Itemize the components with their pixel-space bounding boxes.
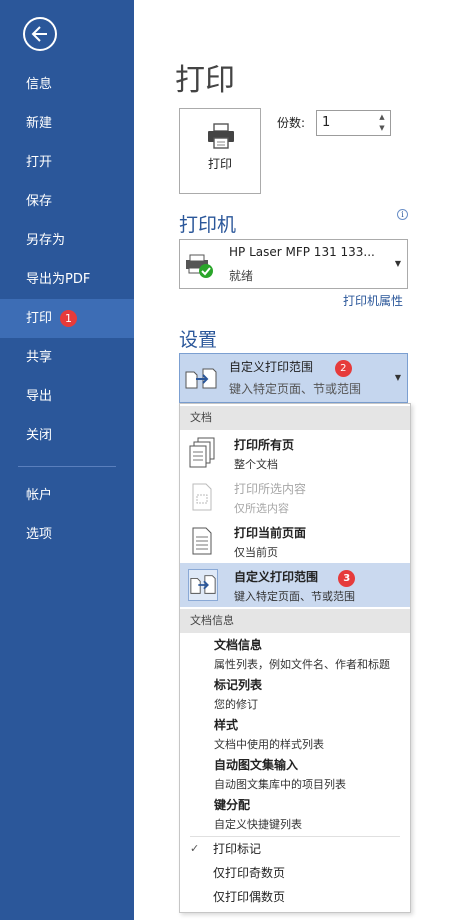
sidebar-item-label: 保存 (26, 194, 53, 209)
decrement-icon[interactable]: ▼ (376, 123, 388, 134)
sidebar-item-close[interactable]: 关闭 (0, 416, 134, 455)
sidebar-item-save[interactable]: 保存 (0, 182, 134, 221)
dropdown-section-header: 文档 (180, 406, 410, 430)
increment-icon[interactable]: ▲ (376, 112, 388, 123)
printer-icon (208, 123, 234, 149)
sidebar-item-label: 选项 (26, 527, 53, 542)
copies-value: 1 (322, 115, 331, 130)
option-print-selection[interactable]: 打印所选内容 仅所选内容 (180, 475, 410, 519)
option-desc: 属性列表，例如文件名、作者和标题 (214, 658, 390, 671)
toggle-odd-pages[interactable]: 仅打印奇数页 (180, 861, 410, 885)
toggle-label: 打印标记 (213, 842, 262, 856)
custom-range-icon (188, 569, 218, 601)
sidebar-item-label: 信息 (26, 77, 53, 92)
page-title: 打印 (175, 63, 235, 98)
info-icon[interactable]: i (397, 209, 408, 220)
sidebar-item-label: 导出 (26, 389, 53, 404)
option-subtitle: 整个文档 (234, 458, 278, 471)
sidebar-item-label: 新建 (26, 116, 53, 131)
print-button-label: 打印 (207, 157, 232, 171)
print-range-select[interactable]: 自定义打印范围 2 键入特定页面、节或范围 ▼ (179, 353, 408, 403)
toggle-label: 仅打印奇数页 (213, 866, 286, 880)
option-print-all-pages[interactable]: 打印所有页 整个文档 (180, 431, 410, 475)
printer-ready-icon (186, 254, 213, 278)
all-pages-icon (189, 437, 215, 468)
option-document-info[interactable]: 文档信息 (214, 636, 262, 653)
option-styles[interactable]: 样式 (214, 716, 238, 733)
print-range-dropdown: 文档 打印所有页 整个文档 打印所选内容 仅所选内容 打印当前页面 仅当前页 自… (179, 403, 411, 913)
toggle-print-markup[interactable]: ✓ 打印标记 (180, 837, 410, 861)
option-autotext[interactable]: 自动图文集输入 (214, 756, 298, 773)
back-arrow-icon (31, 26, 47, 42)
current-page-icon (192, 527, 212, 555)
toggle-even-pages[interactable]: 仅打印偶数页 (180, 885, 410, 909)
custom-range-icon (185, 368, 217, 389)
print-button[interactable]: 打印 (179, 108, 261, 194)
range-title: 自定义打印范围 (229, 360, 314, 374)
sidebar-item-label: 导出为PDF (26, 272, 91, 287)
printer-heading: 打印机 (179, 214, 237, 236)
sidebar-item-label: 关闭 (26, 428, 53, 443)
sidebar-item-new[interactable]: 新建 (0, 104, 134, 143)
option-title: 打印所有页 (234, 438, 295, 452)
step-badge: 2 (334, 360, 352, 377)
option-custom-range[interactable]: 自定义打印范围 3 键入特定页面、节或范围 (180, 563, 410, 607)
printer-properties-link[interactable]: 打印机属性 (343, 292, 403, 309)
sidebar-item-account[interactable]: 帐户 (0, 476, 134, 515)
sidebar-item-open[interactable]: 打开 (0, 143, 134, 182)
sidebar-item-label: 打印 (26, 311, 53, 326)
sidebar-item-share[interactable]: 共享 (0, 338, 134, 377)
settings-heading: 设置 (179, 329, 218, 351)
back-button[interactable] (23, 17, 57, 51)
option-markup-list[interactable]: 标记列表 (214, 676, 262, 693)
option-desc: 您的修订 (214, 698, 258, 711)
sidebar-item-export-pdf[interactable]: 导出为PDF (0, 260, 134, 299)
option-subtitle: 仅当前页 (234, 546, 278, 559)
toggle-label: 仅打印偶数页 (213, 890, 286, 904)
dropdown-section-header: 文档信息 (180, 609, 410, 633)
option-title: 自定义打印范围 (234, 570, 319, 584)
sidebar-item-label: 打开 (26, 155, 53, 170)
sidebar-divider (18, 466, 116, 467)
option-title: 打印所选内容 (234, 482, 307, 496)
option-key-assignments[interactable]: 键分配 (214, 796, 250, 813)
sidebar-item-info[interactable]: 信息 (0, 65, 134, 104)
printer-name: HP Laser MFP 131 133... (229, 245, 375, 259)
copies-label: 份数: (277, 116, 306, 130)
chevron-down-icon: ▼ (394, 373, 401, 382)
option-desc: 自动图文集库中的项目列表 (214, 778, 346, 791)
option-desc: 自定义快捷键列表 (214, 818, 302, 831)
option-print-current-page[interactable]: 打印当前页面 仅当前页 (180, 519, 410, 563)
option-subtitle: 键入特定页面、节或范围 (234, 590, 355, 603)
sidebar-item-label: 帐户 (26, 488, 53, 503)
sidebar-item-save-as[interactable]: 另存为 (0, 221, 134, 260)
sidebar-item-label: 共享 (26, 350, 53, 365)
step-badge: 3 (338, 570, 356, 587)
step-badge: 1 (60, 310, 78, 327)
checkmark-icon: ✓ (190, 842, 200, 855)
sidebar-item-export[interactable]: 导出 (0, 377, 134, 416)
backstage-sidebar: 信息 新建 打开 保存 另存为 导出为PDF 打印 1 共享 导出 关闭 帐户 选… (0, 0, 134, 920)
sidebar-item-print[interactable]: 打印 1 (0, 299, 134, 338)
option-desc: 文档中使用的样式列表 (214, 738, 324, 751)
range-subtitle: 键入特定页面、节或范围 (229, 382, 362, 396)
printer-status: 就绪 (229, 269, 254, 283)
sidebar-item-options[interactable]: 选项 (0, 515, 134, 554)
option-subtitle: 仅所选内容 (234, 502, 289, 515)
copies-stepper[interactable]: 1 ▲ ▼ (316, 110, 391, 136)
printer-select[interactable]: HP Laser MFP 131 133... 就绪 ▼ (179, 239, 408, 289)
option-title: 打印当前页面 (234, 526, 307, 540)
selection-icon (192, 483, 212, 511)
chevron-down-icon: ▼ (394, 259, 401, 268)
sidebar-item-label: 另存为 (26, 233, 66, 248)
